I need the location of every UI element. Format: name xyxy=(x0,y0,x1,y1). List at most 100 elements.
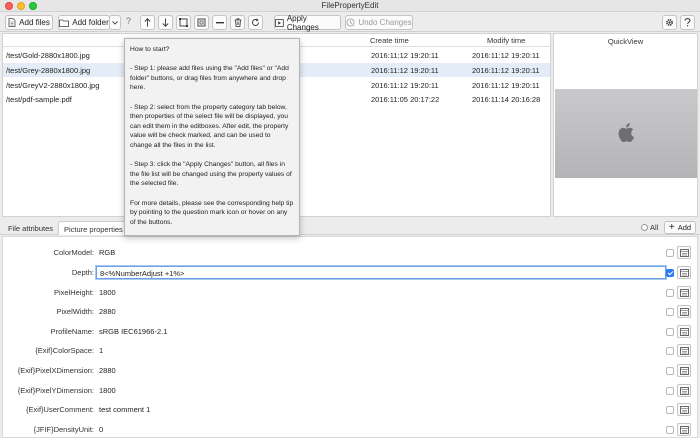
property-name: {Exif}ColorSpace: xyxy=(35,346,94,355)
file-path: /test/Gold-2880x1800.jpg xyxy=(6,51,90,60)
add-files-label: Add files xyxy=(19,18,50,27)
modify-time-column-header[interactable]: Modify time xyxy=(487,36,525,45)
property-value-field[interactable]: 1800 xyxy=(96,384,666,397)
property-editor-button[interactable] xyxy=(677,246,691,259)
property-apply-checkbox[interactable] xyxy=(666,249,674,257)
remove-button[interactable] xyxy=(212,15,227,30)
arrow-up-icon xyxy=(144,18,151,27)
minus-icon xyxy=(215,21,224,23)
folder-icon xyxy=(59,19,70,27)
tab-picture-properties[interactable]: Picture properties xyxy=(58,221,125,235)
property-editor-button[interactable] xyxy=(677,423,691,436)
deselect-icon xyxy=(197,18,206,27)
tooltip-step1: - Step 1: please add files using the "Ad… xyxy=(130,65,289,92)
property-editor-button[interactable] xyxy=(677,325,691,338)
file-created: 2016:11:12 19:20:11 xyxy=(371,66,439,75)
property-editor-button[interactable] xyxy=(677,403,691,416)
property-row: Depth: 8<%NumberAdjust +1%> xyxy=(3,264,697,282)
refresh-icon xyxy=(252,18,259,26)
gear-icon xyxy=(666,19,673,26)
property-editor-button[interactable] xyxy=(677,266,691,279)
file-modified: 2016:11:12 19:20:11 xyxy=(472,66,540,75)
window-icon xyxy=(680,308,689,316)
property-value-field[interactable]: 1800 xyxy=(96,286,666,299)
tooltip-heading: How to start? xyxy=(130,46,170,53)
property-row: PixelWidth: 2880 xyxy=(3,303,697,321)
window-icon xyxy=(680,328,689,336)
question-mark-icon xyxy=(684,18,691,27)
window-icon xyxy=(680,367,689,375)
window-icon xyxy=(680,289,689,297)
property-row: {Exif}PixelXDimension: 2880 xyxy=(3,362,697,380)
tooltip-step3: - Step 3: click the "Apply Changes" butt… xyxy=(130,161,292,188)
property-list: ColorModel: RGB Depth: 8<%NumberAdjust +1%>… xyxy=(2,236,698,438)
property-name: Depth: xyxy=(71,268,94,277)
property-editor-button[interactable] xyxy=(677,286,691,299)
property-value-field[interactable]: 1 xyxy=(96,344,666,357)
window-icon xyxy=(680,426,689,434)
property-row: PixelHeight: 1800 xyxy=(3,284,697,302)
move-down-button[interactable] xyxy=(158,15,173,30)
property-value-field[interactable]: sRGB IEC61966-2.1 xyxy=(96,325,666,338)
add-property-button[interactable]: + Add xyxy=(664,221,696,234)
property-value-field[interactable]: test comment 1 xyxy=(96,403,666,416)
property-editor-button[interactable] xyxy=(677,305,691,318)
all-radio-button[interactable] xyxy=(641,224,648,231)
property-apply-checkbox[interactable] xyxy=(666,426,674,434)
clear-list-button[interactable] xyxy=(230,15,245,30)
property-apply-checkbox[interactable] xyxy=(666,347,674,355)
property-apply-checkbox[interactable] xyxy=(666,406,674,414)
file-path: /test/GreyV2-2880x1800.jpg xyxy=(6,81,100,90)
undo-changes-button[interactable]: Undo Changes xyxy=(345,15,413,30)
property-apply-checkbox[interactable] xyxy=(666,289,674,297)
select-all-icon xyxy=(179,18,188,27)
property-apply-checkbox[interactable] xyxy=(666,308,674,316)
create-time-column-header[interactable]: Create time xyxy=(370,36,409,45)
property-apply-checkbox[interactable] xyxy=(666,387,674,395)
property-name: {Exif}PixelYDimension: xyxy=(17,386,94,395)
add-folder-dropdown[interactable] xyxy=(109,15,121,30)
property-category-tabs: File attributes Picture properties All +… xyxy=(0,221,700,235)
move-up-button[interactable] xyxy=(140,15,155,30)
trash-icon xyxy=(234,18,241,27)
property-value-field[interactable]: 2880 xyxy=(96,364,666,377)
file-modified: 2016:11:12 19:20:11 xyxy=(472,51,540,60)
refresh-button[interactable] xyxy=(248,15,263,30)
property-name: {Exif}PixelXDimension: xyxy=(17,366,94,375)
property-value-field[interactable]: 0 xyxy=(96,423,666,436)
file-modified: 2016:11:12 19:20:11 xyxy=(472,81,540,90)
apply-changes-button[interactable]: Apply Changes xyxy=(274,14,341,32)
property-apply-checkbox[interactable] xyxy=(666,328,674,336)
settings-button[interactable] xyxy=(662,15,677,30)
add-folder-button[interactable]: Add folder xyxy=(58,15,110,30)
apple-logo-icon xyxy=(618,123,634,142)
tab-file-attributes[interactable]: File attributes xyxy=(4,221,57,235)
window-title: FilePropertyEdit xyxy=(321,1,379,10)
property-name: {Exif}UserComment: xyxy=(26,405,94,414)
tooltip-step2: - Step 2: select from the property categ… xyxy=(130,103,289,149)
property-name: {JFIF}DensityUnit: xyxy=(33,425,94,434)
add-files-button[interactable]: Add files xyxy=(5,15,53,30)
window-icon xyxy=(680,249,689,257)
property-apply-checkbox[interactable] xyxy=(666,269,674,277)
property-editor-button[interactable] xyxy=(677,384,691,397)
property-apply-checkbox[interactable] xyxy=(666,367,674,375)
arrow-down-icon xyxy=(162,18,169,27)
file-created: 2016:11:12 19:20:11 xyxy=(371,81,439,90)
file-modified: 2016:11:14 20:16:28 xyxy=(472,95,541,104)
property-editor-button[interactable] xyxy=(677,364,691,377)
property-value-field[interactable]: 2880 xyxy=(96,305,666,318)
select-none-button[interactable] xyxy=(194,15,209,30)
window-icon xyxy=(680,406,689,414)
add-folder-label: Add folder xyxy=(72,18,109,27)
property-editor-button[interactable] xyxy=(677,344,691,357)
property-value-field[interactable]: 8<%NumberAdjust +1%> xyxy=(96,266,666,279)
property-row: {Exif}UserComment: test comment 1 xyxy=(3,401,697,419)
help-question-icon[interactable]: ? xyxy=(126,16,134,26)
file-created: 2016:11:05 20:17:22 xyxy=(371,95,440,104)
property-value-field[interactable]: RGB xyxy=(96,246,666,259)
help-button[interactable] xyxy=(680,15,695,30)
property-row: ColorModel: RGB xyxy=(3,244,697,262)
select-all-button[interactable] xyxy=(176,15,191,30)
toolbar: Add files Add folder ? Apply Changes Und… xyxy=(0,12,700,32)
